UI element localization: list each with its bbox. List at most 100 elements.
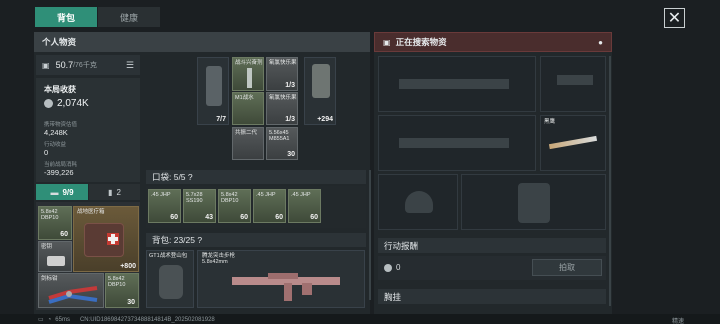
item-count: 60 — [310, 214, 318, 221]
item-count: 60 — [170, 214, 178, 221]
item-label: 5.8x42 DBP10 — [41, 209, 59, 221]
loot-slot-rifle-1[interactable] — [378, 56, 536, 112]
syringe-icon — [247, 68, 252, 88]
pocket-item-5[interactable]: .45 JHP 60 — [288, 189, 321, 223]
item-label: 5.8x42 DBP10 — [108, 276, 126, 288]
item-label: .45 JHP — [256, 192, 276, 198]
pocket-item-4[interactable]: .45 JHP 60 — [253, 189, 286, 223]
item-count: +800 — [120, 263, 136, 270]
personal-panel-title: 个人物资 — [42, 37, 77, 47]
knife-icon — [548, 135, 598, 150]
gear-slot-armor[interactable]: 7/7 — [197, 57, 229, 125]
item-count: 43 — [205, 214, 213, 221]
item-label: 5.8x42 DBP10 — [221, 192, 239, 204]
pliers-icon — [48, 286, 98, 304]
item-count: 7/7 — [216, 116, 226, 123]
pocket-item-1[interactable]: .45 JHP 60 — [148, 189, 181, 223]
gear-inhaler-1[interactable]: 氧氯快乐果 1/3 — [266, 57, 298, 91]
gear-ammo-556[interactable]: 5.56x45 M855A1 30 — [266, 127, 298, 160]
gear-slot-rig[interactable]: +294 — [304, 57, 336, 125]
weight-icon: ▣ — [42, 60, 50, 70]
item-label: 5.56x45 M855A1 — [269, 130, 290, 142]
item-label: .45 JHP — [151, 192, 171, 198]
weight-max: /76千克 — [73, 62, 97, 69]
battery-icon: ▭ — [38, 317, 44, 323]
list-icon[interactable]: ☰ — [126, 60, 134, 71]
pocket-item-3[interactable]: 5.8x42 DBP10 60 — [218, 189, 251, 223]
item-label: 剑标钳 — [41, 276, 58, 282]
helmet-silhouette-icon — [405, 191, 433, 213]
stat-label: 行动收益 — [44, 142, 67, 148]
weight-value: 50.7 — [55, 60, 74, 70]
gear-stim[interactable]: 战斗兴奋剂 — [232, 57, 264, 91]
item-label: 战地医疗箱 — [77, 209, 105, 215]
inv-item-ammo-2[interactable]: 5.8x42 DBP10 30 — [105, 273, 139, 308]
claim-button[interactable]: 拍取 — [532, 259, 602, 276]
location-icon[interactable]: ● — [598, 38, 603, 47]
action-reward-header: 行动报酬 — [378, 238, 606, 253]
item-label: 战斗兴奋剂 — [235, 60, 263, 66]
loot-slot-rifle-2[interactable] — [378, 115, 536, 171]
chest-rig-title: 胸挂 — [384, 291, 402, 302]
pocket-item-2[interactable]: 5.7x28 SS190 43 — [183, 189, 216, 223]
rifle-silhouette-icon — [399, 138, 509, 148]
uid-text: CN:UID18698427373488814814B_202502081928 — [79, 316, 215, 323]
rifle-icon — [232, 273, 340, 301]
doc-icon: ▮ — [108, 187, 113, 197]
case-icon: ▬ — [50, 187, 59, 197]
inv-item-ammo[interactable]: 5.8x42 DBP10 60 — [38, 206, 72, 240]
armor-silhouette-icon — [518, 183, 550, 223]
earnings-title: 本局收获 — [44, 85, 76, 94]
stat-label: 携带物资估值 — [44, 122, 78, 128]
stat-label: 当前战局消耗 — [44, 162, 78, 168]
item-count: 60 — [60, 231, 68, 238]
backpack-slot[interactable]: GT1战术登山包 — [146, 250, 194, 308]
weight-row: ▣ 50.7 /76千克 ☰ — [36, 55, 140, 75]
gear-m1[interactable]: M1战水 — [232, 92, 264, 125]
loot-slot-helmet[interactable] — [378, 174, 458, 230]
item-count: +294 — [317, 116, 333, 123]
item-label: 黑鹰 — [544, 119, 556, 125]
loot-slot-pistol[interactable] — [540, 56, 606, 112]
close-button[interactable]: ✕ — [664, 8, 685, 28]
pocket-title: 口袋: 5/5 ? — [152, 172, 193, 182]
gear-resonator[interactable]: 共振二代 — [232, 127, 264, 160]
close-icon: ✕ — [667, 10, 682, 27]
key-icon — [47, 256, 65, 266]
rifle-slot[interactable]: 腾龙突击步枪 5.8x42mm — [197, 250, 365, 308]
gear-inhaler-2[interactable]: 氧氯快乐果 1/3 — [266, 92, 298, 125]
stat-value: 0 — [44, 148, 49, 157]
subtab-other-label: 2 — [116, 187, 121, 197]
lock-icon: ▣ — [383, 37, 391, 47]
inv-item-pliers[interactable]: 剑标钳 — [38, 273, 104, 308]
item-label: .45 JHP — [291, 192, 311, 198]
loot-slot-knife[interactable]: 黑鹰 — [540, 115, 606, 171]
scrollbar[interactable] — [369, 170, 371, 300]
inv-item-key[interactable]: 密钥 — [38, 241, 72, 272]
scrollbar-right[interactable] — [609, 56, 611, 306]
item-count: 30 — [127, 299, 135, 306]
earnings-value: 2,074K — [57, 98, 89, 109]
armor-icon — [206, 66, 222, 106]
coin-icon — [44, 99, 53, 108]
item-count: 1/3 — [285, 116, 295, 123]
item-count: 60 — [275, 214, 283, 221]
earnings-row: 2,074K — [44, 98, 89, 109]
tab-backpack[interactable]: 背包 — [35, 7, 97, 27]
rifle-silhouette-icon — [399, 79, 509, 89]
item-count: 30 — [287, 151, 295, 158]
tab-health[interactable]: 健康 — [98, 7, 160, 27]
footer-right: 精速 — [672, 319, 685, 324]
item-label: 共振二代 — [235, 130, 258, 136]
subtab-other[interactable]: ▮ 2 — [89, 184, 140, 200]
backpack-title: 背包: 23/25 ? — [152, 235, 203, 245]
item-label: 氧氯快乐果 — [269, 60, 297, 66]
search-panel-title: 正在搜索物资 — [395, 37, 447, 47]
pocket-header: 口袋: 5/5 ? — [146, 170, 366, 184]
inv-item-medkit[interactable]: 战地医疗箱 +800 — [73, 206, 139, 272]
subtab-items[interactable]: ▬ 9/9 — [36, 184, 88, 200]
stat-value: -399,226 — [44, 168, 74, 177]
footer-left: ▭ ◔ 65ms CN:UID18698427373488814814B_202… — [38, 316, 215, 324]
loot-slot-armor[interactable] — [461, 174, 606, 230]
action-reward-title: 行动报酬 — [384, 240, 419, 251]
